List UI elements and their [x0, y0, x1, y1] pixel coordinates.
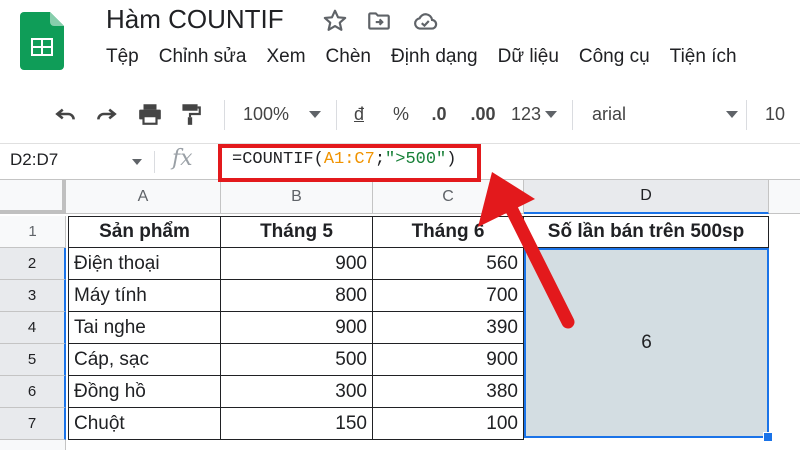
annotation-arrow-icon — [478, 172, 575, 329]
